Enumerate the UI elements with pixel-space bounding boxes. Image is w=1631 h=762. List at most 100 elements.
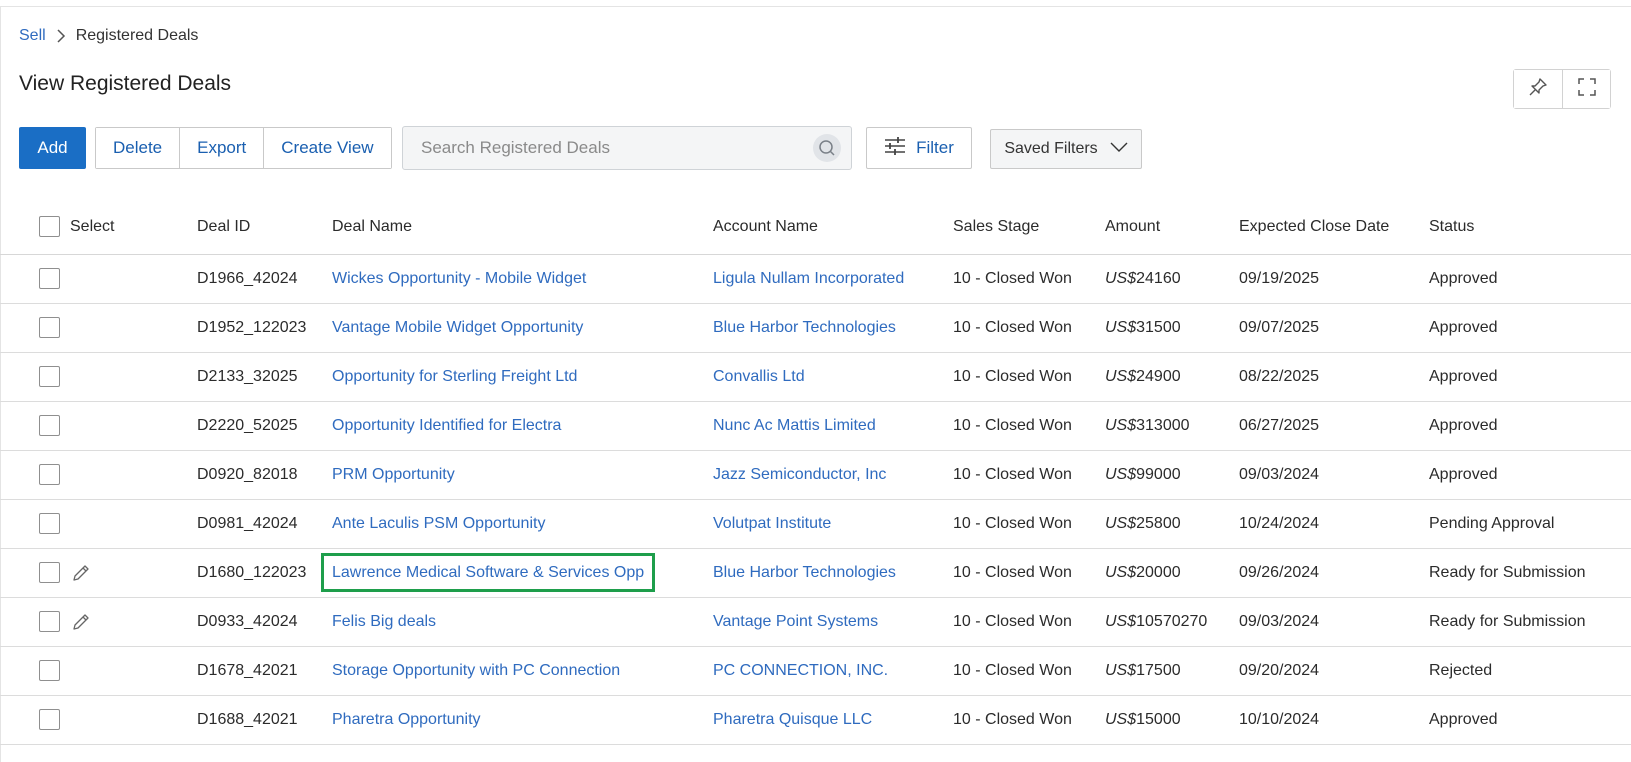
row-checkbox[interactable]	[39, 415, 60, 436]
table-row[interactable]: D0920_82018 PRM Opportunity Jazz Semicondu…	[0, 450, 1631, 500]
status: Ready for Submission	[1429, 548, 1631, 598]
account-name-link[interactable]: Ligula Nullam Incorporated	[713, 270, 904, 287]
account-name-cell: Blue Harbor Technologies	[713, 303, 953, 353]
table-row[interactable]: D1678_42021 Storage Opportunity with PC C…	[0, 646, 1631, 696]
currency-code: US$	[1105, 416, 1137, 434]
table-row[interactable]: D1688_42021 Pharetra Opportunity Pharetra …	[0, 695, 1631, 745]
currency-code: US$	[1105, 318, 1137, 336]
status: Approved	[1429, 303, 1631, 353]
row-checkbox[interactable]	[39, 268, 60, 289]
currency-code: US$	[1105, 269, 1137, 287]
deal-name-link[interactable]: Felis Big deals	[332, 613, 436, 630]
account-name-link[interactable]: Vantage Point Systems	[713, 613, 878, 630]
deal-id: D0933_42024	[197, 597, 332, 647]
deal-name-cell: Storage Opportunity with PC Connection	[332, 646, 713, 696]
account-name-link[interactable]: Convallis Ltd	[713, 368, 805, 385]
account-name-link[interactable]: PC CONNECTION, INC.	[713, 662, 888, 679]
row-checkbox[interactable]	[39, 660, 60, 681]
table-row[interactable]: D0933_42024 Felis Big deals Vantage Point …	[0, 597, 1631, 647]
deal-name-link[interactable]: PRM Opportunity	[332, 466, 455, 483]
account-name-cell: Vantage Point Systems	[713, 597, 953, 647]
row-checkbox[interactable]	[39, 317, 60, 338]
account-name-link[interactable]: Nunc Ac Mattis Limited	[713, 417, 876, 434]
deal-name-link[interactable]: Pharetra Opportunity	[332, 711, 481, 728]
deal-name-link[interactable]: Ante Laculis PSM Opportunity	[332, 515, 545, 532]
deal-name-link[interactable]: Opportunity for Sterling Freight Ltd	[332, 368, 577, 385]
account-name-cell: Ligula Nullam Incorporated	[713, 254, 953, 304]
account-name-cell: Nunc Ac Mattis Limited	[713, 401, 953, 451]
sales-stage: 10 - Closed Won	[953, 352, 1105, 402]
row-select-cell	[0, 646, 197, 696]
deal-id: D1966_42024	[197, 254, 332, 304]
account-name-link[interactable]: Jazz Semiconductor, Inc	[713, 466, 886, 483]
row-checkbox[interactable]	[39, 611, 60, 632]
select-all-checkbox[interactable]	[39, 216, 60, 238]
deal-name-cell: Felis Big deals	[332, 597, 713, 647]
deal-name-link[interactable]: Lawrence Medical Software & Services Opp	[320, 552, 656, 592]
amount-cell: US$24160	[1105, 254, 1239, 304]
close-date: 06/27/2025	[1239, 401, 1429, 451]
currency-code: US$	[1105, 661, 1137, 679]
row-checkbox[interactable]	[39, 464, 60, 485]
pin-button[interactable]	[1514, 70, 1562, 108]
amount-header[interactable]: Amount	[1105, 200, 1239, 255]
breadcrumb-sell-link[interactable]: Sell	[19, 27, 46, 45]
amount-value: 25800	[1136, 514, 1181, 532]
table-row[interactable]: D2220_52025 Opportunity Identified for El…	[0, 401, 1631, 451]
deal-name-header[interactable]: Deal Name	[332, 200, 713, 255]
account-name-link[interactable]: Blue Harbor Technologies	[713, 564, 896, 581]
account-name-link[interactable]: Pharetra Quisque LLC	[713, 711, 872, 728]
page-title: View Registered Deals	[19, 72, 232, 95]
deal-name-link[interactable]: Opportunity Identified for Electra	[332, 417, 561, 434]
close-date: 09/03/2024	[1239, 597, 1429, 647]
table-row[interactable]: D2133_32025 Opportunity for Sterling Frei…	[0, 352, 1631, 402]
row-checkbox[interactable]	[39, 709, 60, 730]
sales-stage-header[interactable]: Sales Stage	[953, 200, 1105, 255]
saved-filters-dropdown[interactable]: Saved Filters	[990, 129, 1142, 169]
deal-name-link[interactable]: Storage Opportunity with PC Connection	[332, 662, 620, 679]
table-row[interactable]: D1680_122023 Lawrence Medical Software & …	[0, 548, 1631, 598]
deal-name-link[interactable]: Wickes Opportunity - Mobile Widget	[332, 270, 586, 287]
deal-id: D1688_42021	[197, 695, 332, 745]
deal-id: D2220_52025	[197, 401, 332, 451]
deal-id: D0920_82018	[197, 450, 332, 500]
row-checkbox[interactable]	[39, 562, 60, 583]
amount-cell: US$17500	[1105, 646, 1239, 696]
filter-button[interactable]: Filter	[866, 127, 972, 169]
deal-id-header[interactable]: Deal ID	[197, 200, 332, 255]
add-button[interactable]: Add	[19, 127, 86, 169]
close-date: 10/24/2024	[1239, 499, 1429, 549]
fullscreen-icon	[1577, 77, 1597, 102]
table-row[interactable]: D0981_42024 Ante Laculis PSM Opportunity V…	[0, 499, 1631, 549]
account-name-link[interactable]: Volutpat Institute	[713, 515, 831, 532]
delete-button[interactable]: Delete	[96, 128, 180, 168]
close-date-header[interactable]: Expected Close Date	[1239, 200, 1429, 255]
breadcrumb-current: Registered Deals	[75, 27, 199, 44]
row-checkbox[interactable]	[39, 513, 60, 534]
row-checkbox[interactable]	[39, 366, 60, 387]
account-name-header[interactable]: Account Name	[713, 200, 953, 255]
table-row[interactable]: D1966_42024 Wickes Opportunity - Mobile W…	[0, 254, 1631, 304]
status-header[interactable]: Status	[1429, 200, 1631, 255]
deal-name-cell: Lawrence Medical Software & Services Opp	[320, 548, 713, 598]
search-icon[interactable]	[813, 134, 841, 162]
table-header-row: Select Deal ID Deal Name Account Name Sa…	[0, 200, 1631, 255]
currency-code: US$	[1105, 563, 1137, 581]
action-button-group: Delete Export Create View	[95, 127, 392, 169]
status: Rejected	[1429, 646, 1631, 696]
table-row[interactable]: D1952_122023 Vantage Mobile Widget Opport…	[0, 303, 1631, 353]
deals-table: Select Deal ID Deal Name Account Name Sa…	[0, 200, 1631, 745]
export-button[interactable]: Export	[179, 128, 264, 168]
select-header: Select	[0, 200, 197, 255]
fullscreen-button[interactable]	[1562, 70, 1610, 108]
amount-value: 15000	[1136, 710, 1181, 728]
amount-value: 313000	[1136, 416, 1190, 434]
pencil-icon[interactable]	[70, 611, 92, 633]
search-input[interactable]	[403, 138, 813, 158]
create-view-button[interactable]: Create View	[263, 128, 391, 168]
deal-id: D1680_122023	[197, 548, 332, 598]
account-name-link[interactable]: Blue Harbor Technologies	[713, 319, 896, 336]
pencil-icon[interactable]	[70, 562, 92, 584]
amount-cell: US$15000	[1105, 695, 1239, 745]
deal-name-link[interactable]: Vantage Mobile Widget Opportunity	[332, 319, 583, 336]
